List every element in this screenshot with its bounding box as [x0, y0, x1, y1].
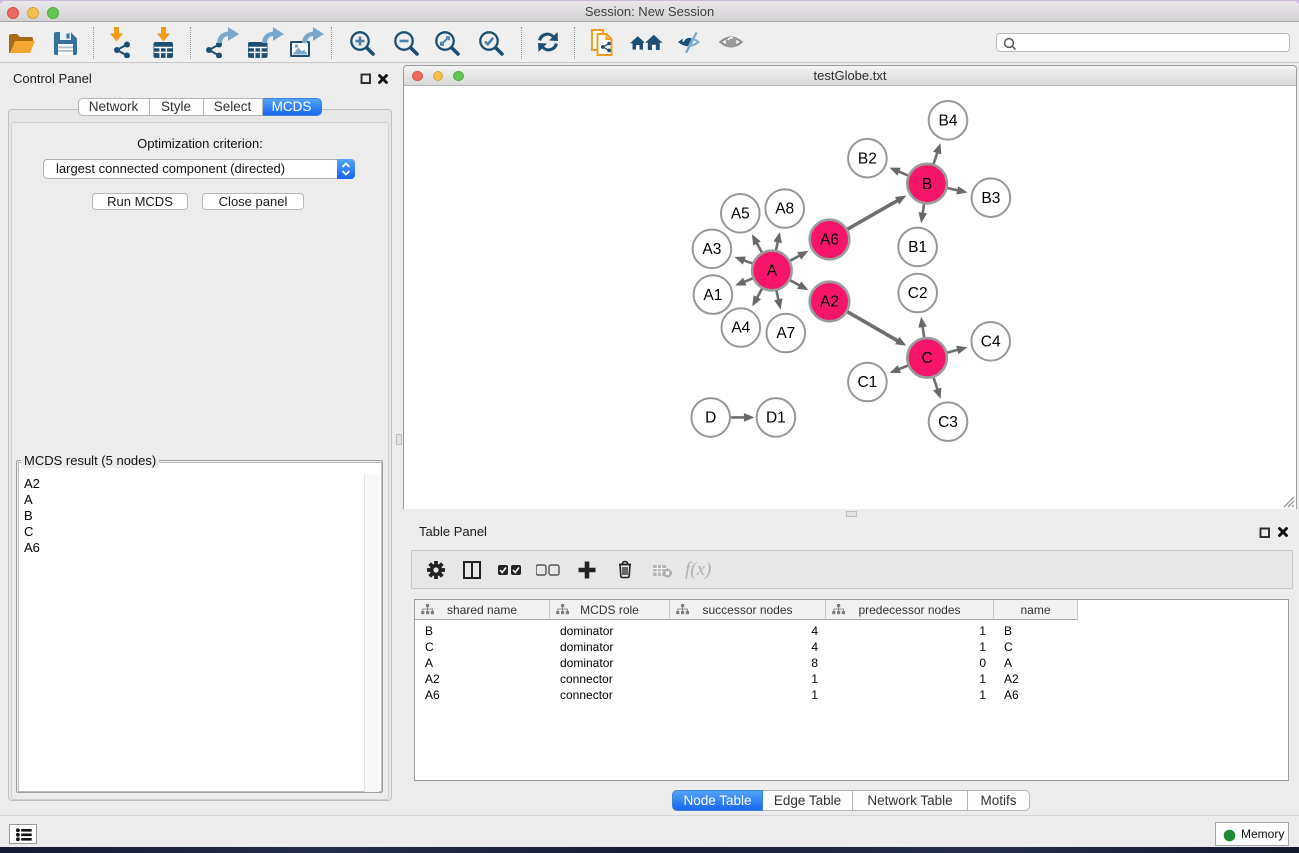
- svg-text:C3: C3: [938, 414, 958, 431]
- svg-text:C2: C2: [908, 285, 928, 302]
- svg-text:B: B: [922, 176, 932, 193]
- svg-text:D: D: [705, 410, 716, 427]
- svg-text:A6: A6: [820, 232, 839, 249]
- svg-text:A7: A7: [776, 325, 795, 342]
- svg-text:C1: C1: [857, 374, 877, 391]
- svg-text:A: A: [767, 263, 778, 280]
- svg-text:A2: A2: [820, 294, 839, 311]
- svg-text:A4: A4: [731, 320, 750, 337]
- svg-text:A5: A5: [731, 206, 750, 223]
- svg-text:C4: C4: [981, 334, 1001, 351]
- svg-text:A1: A1: [703, 287, 722, 304]
- svg-text:D1: D1: [766, 410, 786, 427]
- svg-text:B2: B2: [858, 150, 877, 167]
- svg-text:A8: A8: [775, 201, 794, 218]
- svg-text:B1: B1: [908, 239, 927, 256]
- svg-text:C: C: [921, 350, 932, 367]
- svg-text:A3: A3: [702, 241, 721, 258]
- svg-text:B3: B3: [981, 190, 1000, 207]
- svg-text:B4: B4: [939, 113, 958, 130]
